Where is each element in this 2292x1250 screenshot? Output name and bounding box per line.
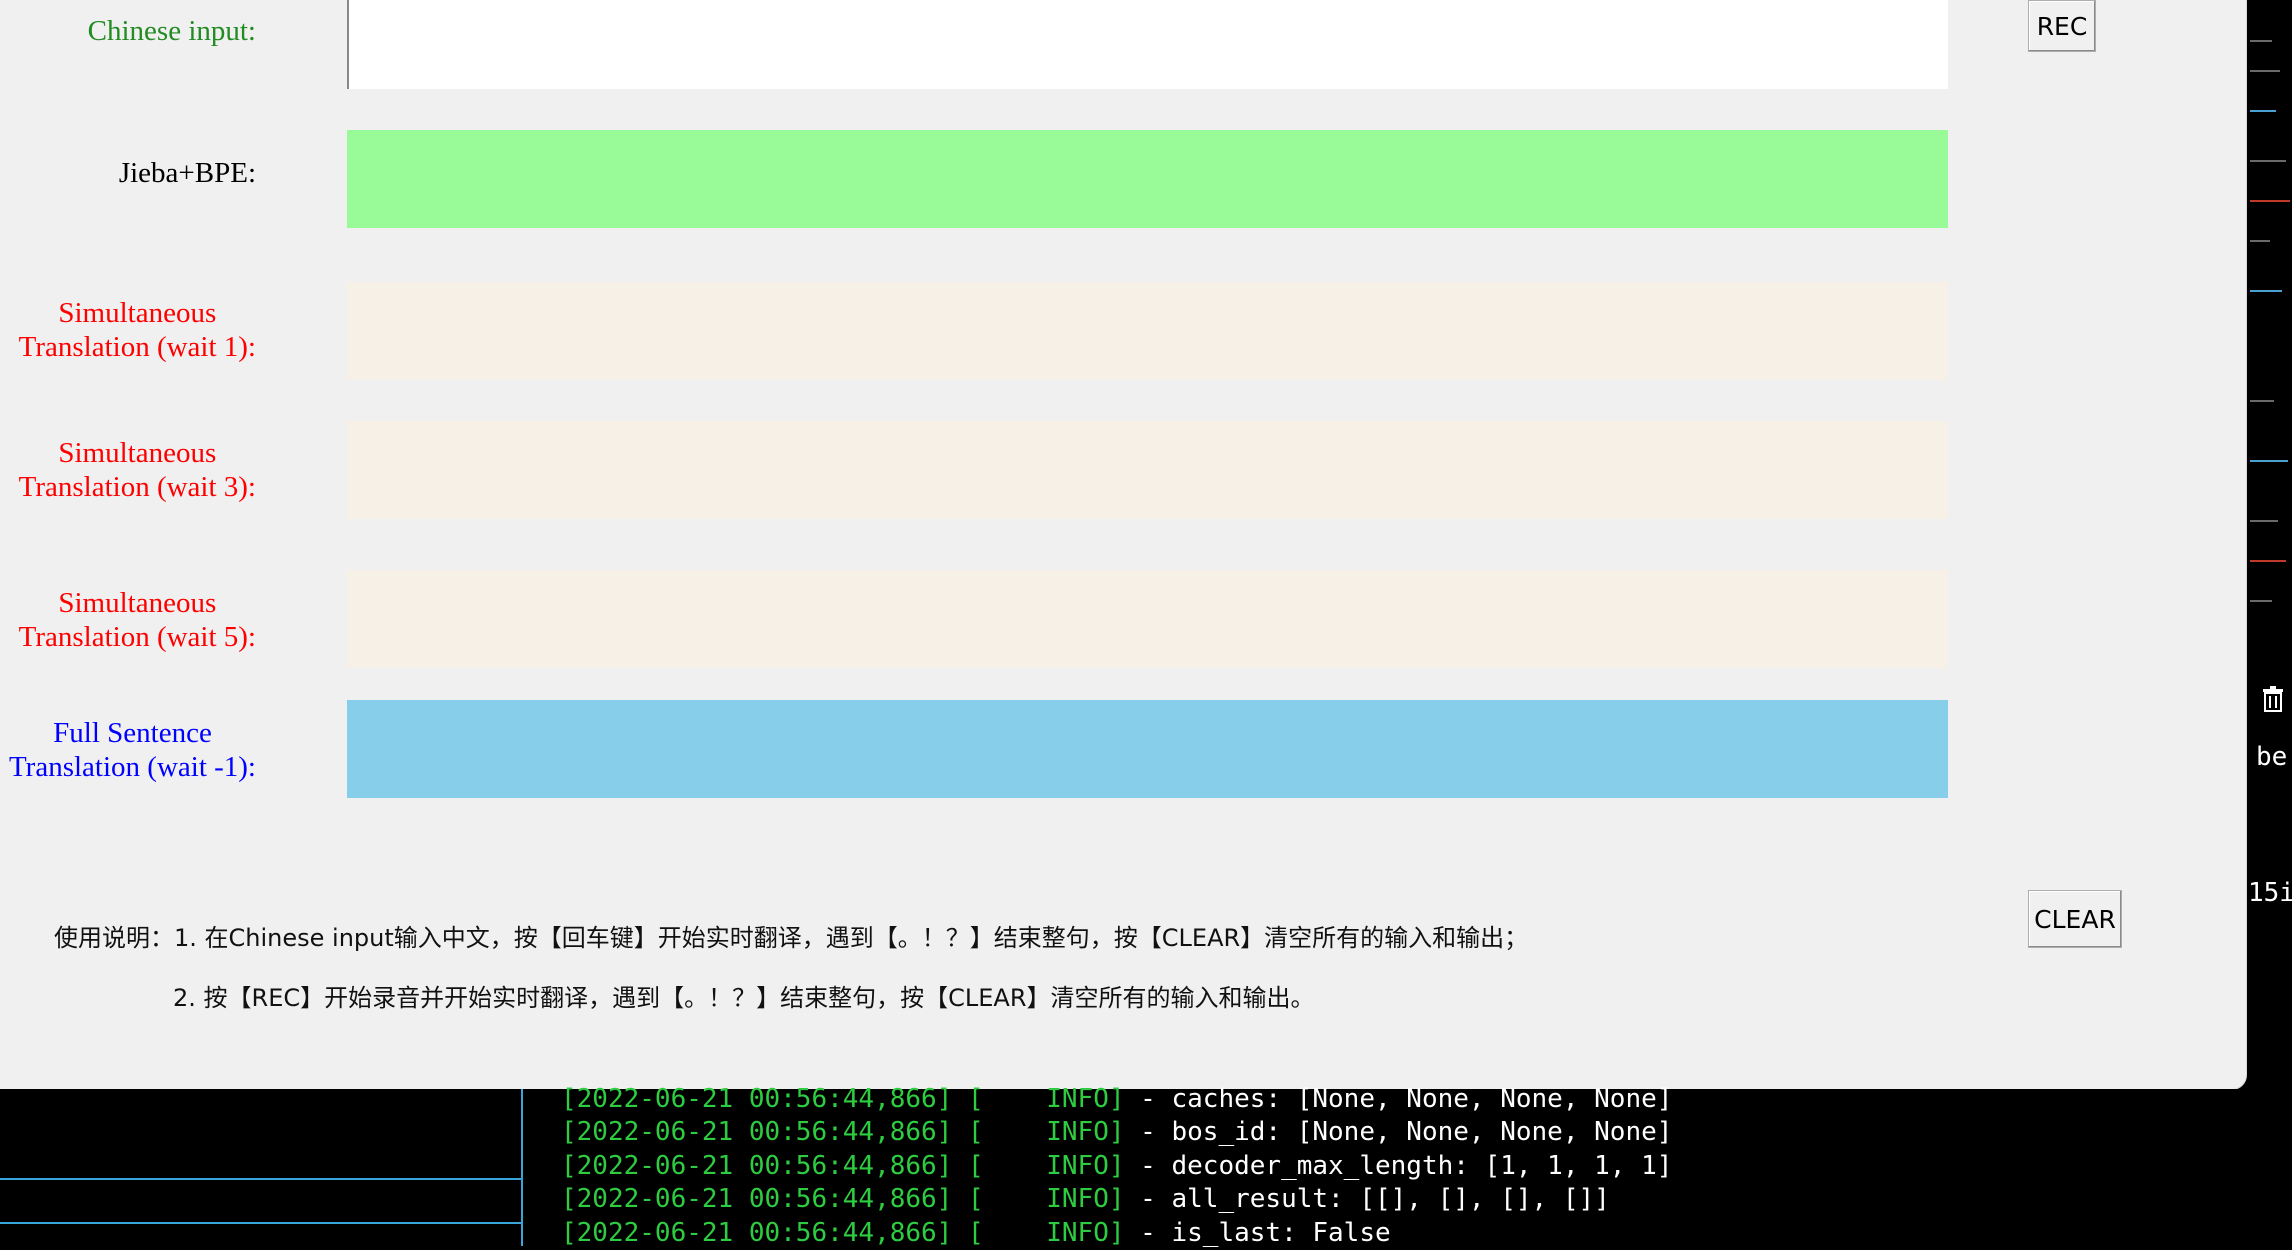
minimap-line — [2250, 460, 2288, 462]
wait1-output — [347, 282, 1948, 380]
wait1-label-line1: Simultaneous — [58, 297, 217, 329]
minimap-line — [2250, 400, 2274, 402]
wait5-output — [347, 570, 1948, 668]
jieba-bpe-output — [347, 130, 1948, 228]
log-line: [2022-06-21 00:56:44,866] [ INFO] - cach… — [561, 1084, 1673, 1114]
wait3-label: Simultaneous Translation (wait 3): — [19, 436, 256, 504]
rec-button[interactable]: REC — [2028, 0, 2096, 52]
wait3-label-line1: Simultaneous — [58, 437, 217, 469]
minimap-line — [2250, 70, 2280, 72]
wait1-label-line2: Translation (wait 1): — [18, 331, 256, 363]
help-line-2: 2. 按【REC】开始录音并开始实时翻译，遇到【。！？】结束整句，按【CLEAR… — [173, 984, 1315, 1012]
terminal-divider — [0, 1178, 521, 1180]
jieba-bpe-label: Jieba+BPE: — [118, 157, 256, 189]
full-sentence-output — [347, 700, 1948, 798]
wait1-label: Simultaneous Translation (wait 1): — [19, 296, 256, 364]
full-sentence-label-line2: Translation (wait -1): — [8, 751, 256, 783]
minimap-line — [2250, 600, 2272, 602]
wait3-label-line2: Translation (wait 3): — [18, 471, 256, 503]
log-line: [2022-06-21 00:56:44,866] [ INFO] - all_… — [561, 1184, 1610, 1214]
minimap-line — [2250, 160, 2286, 162]
full-sentence-label-line1: Full Sentence — [53, 717, 212, 749]
wait5-label-line2: Translation (wait 5): — [18, 621, 256, 653]
minimap-line — [2250, 200, 2290, 202]
minimap-line — [2250, 520, 2278, 522]
terminal-divider — [0, 1222, 521, 1224]
edge-text-2: 15i — [2248, 878, 2292, 908]
clear-button[interactable]: CLEAR — [2028, 890, 2122, 948]
terminal-pane-divider — [521, 1089, 523, 1246]
wait5-label-line1: Simultaneous — [58, 587, 217, 619]
minimap-line — [2250, 110, 2276, 112]
chinese-input-field[interactable] — [347, 0, 1948, 89]
log-line: [2022-06-21 00:56:44,866] [ INFO] - deco… — [561, 1151, 1673, 1181]
wait3-output — [347, 421, 1948, 519]
minimap-line — [2250, 240, 2270, 242]
help-line-1: 使用说明：1. 在Chinese input输入中文，按【回车键】开始实时翻译，… — [54, 924, 1529, 952]
chinese-input-label: Chinese input: — [87, 15, 256, 47]
minimap-line — [2250, 560, 2286, 562]
minimap-line — [2250, 290, 2282, 292]
full-sentence-label: Full Sentence Translation (wait -1): — [9, 716, 256, 784]
log-line: [2022-06-21 00:56:44,866] [ INFO] - bos_… — [561, 1117, 1673, 1147]
log-line: [2022-06-21 00:56:44,866] [ INFO] - is_l… — [561, 1218, 1391, 1248]
trash-icon[interactable] — [2262, 686, 2284, 712]
background-terminal-strip: be 15i — [2248, 0, 2292, 1089]
edge-text-1: be — [2256, 742, 2288, 772]
minimap-line — [2250, 40, 2272, 42]
translator-window: Chinese input: Jieba+BPE: Simultaneous T… — [0, 0, 2246, 1089]
wait5-label: Simultaneous Translation (wait 5): — [19, 586, 256, 654]
